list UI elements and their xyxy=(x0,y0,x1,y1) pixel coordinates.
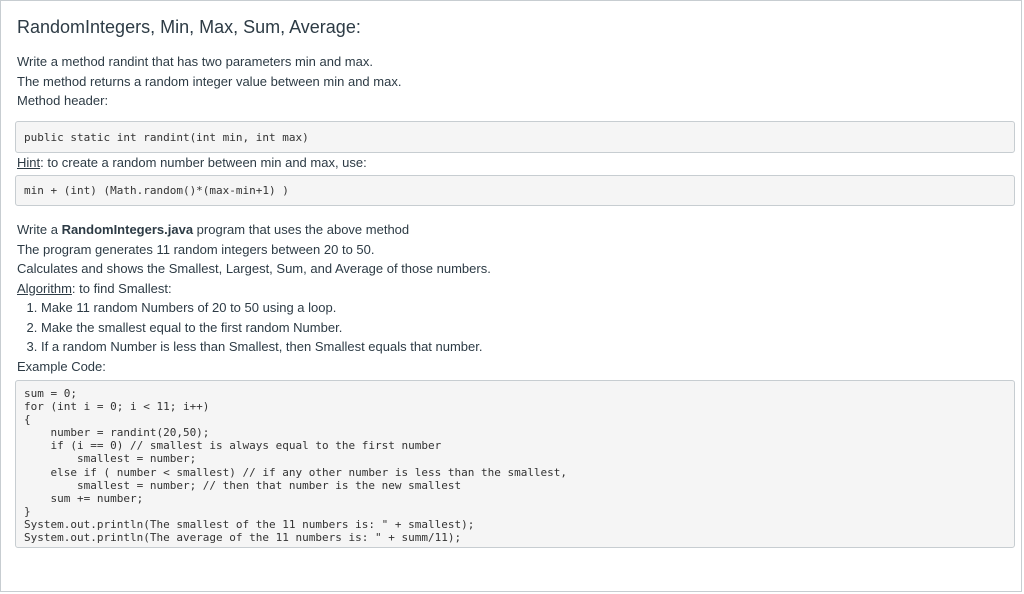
hint-code: min + (int) (Math.random()*(max-min+1) ) xyxy=(15,175,1015,206)
algorithm-step: Make the smallest equal to the first ran… xyxy=(41,318,1013,338)
example-code: sum = 0; for (int i = 0; i < 11; i++) { … xyxy=(15,380,1015,548)
page-title: RandomIntegers, Min, Max, Sum, Average: xyxy=(17,17,361,37)
intro-line-1: Write a method randint that has two para… xyxy=(17,54,373,69)
algorithm-text: : to find Smallest: xyxy=(71,280,172,296)
algorithm-line: Algorithm: to find Smallest: xyxy=(17,279,1013,299)
hint-line: Hint: to create a random number between … xyxy=(17,153,1013,173)
hint-text: : to create a random number between min … xyxy=(40,154,367,170)
algorithm-step: If a random Number is less than Smallest… xyxy=(41,337,1013,357)
program-line-2: The program generates 11 random integers… xyxy=(17,241,375,257)
algorithm-steps: Make 11 random Numbers of 20 to 50 using… xyxy=(17,298,1013,357)
intro-text: Write a method randint that has two para… xyxy=(17,52,1013,111)
program-suffix: program that uses the above method xyxy=(193,222,410,237)
method-header-code: public static int randint(int min, int m… xyxy=(15,120,1015,153)
example-label: Example Code: xyxy=(17,358,106,374)
program-line-3: Calculates and shows the Smallest, Large… xyxy=(17,261,491,276)
algorithm-step: Make 11 random Numbers of 20 to 50 using… xyxy=(41,298,1013,318)
assignment-page: RandomIntegers, Min, Max, Sum, Average: … xyxy=(0,0,1022,592)
program-description: Write a RandomIntegers.java program that… xyxy=(17,220,1013,279)
program-filename: RandomIntegers.java xyxy=(61,222,194,237)
algorithm-label: Algorithm xyxy=(17,280,72,296)
program-line-1: Write a RandomIntegers.java program that… xyxy=(17,220,1013,240)
hint-label: Hint xyxy=(17,154,41,170)
intro-line-3: Method header: xyxy=(17,93,109,108)
intro-line-2: The method returns a random integer valu… xyxy=(17,73,402,89)
program-prefix: Write a xyxy=(17,222,62,237)
